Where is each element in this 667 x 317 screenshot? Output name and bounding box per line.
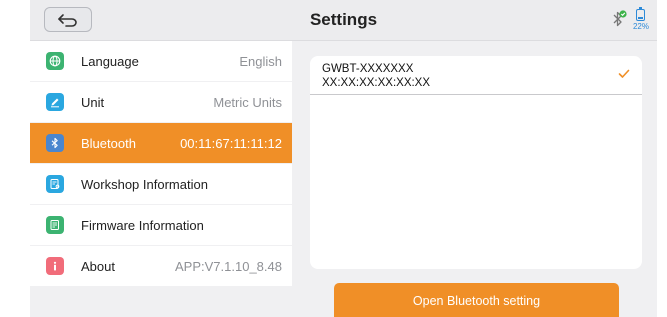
pencil-icon: [46, 93, 64, 111]
bluetooth-device-list: GWBT-XXXXXXX XX:XX:XX:XX:XX:XX: [310, 56, 642, 269]
sidebar-item-firmware-information[interactable]: Firmware Information: [30, 205, 292, 245]
device-address: XX:XX:XX:XX:XX:XX: [322, 77, 431, 89]
sidebar-item-language[interactable]: Language English: [30, 41, 292, 81]
status-area: 22%: [611, 7, 649, 31]
page-title: Settings: [309, 10, 378, 29]
sidebar-item-workshop-information[interactable]: Workshop Information: [30, 164, 292, 204]
sidebar-item-value: APP:V7.1.10_8.48: [175, 258, 282, 274]
open-bluetooth-setting-button[interactable]: Open Bluetooth setting: [334, 283, 619, 317]
sidebar-item-label: Firmware Information: [81, 217, 204, 233]
sidebar-item-value: English: [239, 53, 282, 69]
sidebar-item-label: About: [81, 258, 115, 274]
sidebar-item-label: Language: [81, 53, 139, 69]
document-icon: [46, 216, 64, 234]
device-name: GWBT-XXXXXXX: [322, 63, 414, 75]
sidebar-item-value: Metric Units: [213, 94, 282, 110]
sidebar-item-unit[interactable]: Unit Metric Units: [30, 82, 292, 122]
sidebar-item-label: Workshop Information: [81, 176, 208, 192]
bluetooth-icon: [46, 134, 64, 152]
sidebar-item-value: 00:11:67:11:11:12: [180, 135, 282, 151]
bluetooth-connected-icon: [611, 9, 627, 29]
battery-level: 22%: [632, 22, 649, 31]
sidebar-item-about[interactable]: About APP:V7.1.10_8.48: [30, 246, 292, 286]
settings-menu: Language English Unit Metric Units Bluet…: [30, 41, 292, 317]
battery-icon: 22%: [632, 7, 649, 31]
device-list-item[interactable]: GWBT-XXXXXXX XX:XX:XX:XX:XX:XX: [310, 56, 642, 95]
sidebar-item-label: Bluetooth: [81, 135, 136, 151]
document-search-icon: [46, 175, 64, 193]
info-icon: [46, 257, 64, 275]
top-bar: Settings 22%: [30, 0, 657, 41]
sidebar-item-label: Unit: [81, 94, 105, 110]
settings-screen: Settings 22% Language English Unit Metri…: [30, 0, 657, 317]
sidebar-item-bluetooth[interactable]: Bluetooth 00:11:67:11:11:12: [30, 123, 292, 163]
globe-icon: [46, 52, 64, 70]
checkmark-icon: [618, 69, 630, 78]
